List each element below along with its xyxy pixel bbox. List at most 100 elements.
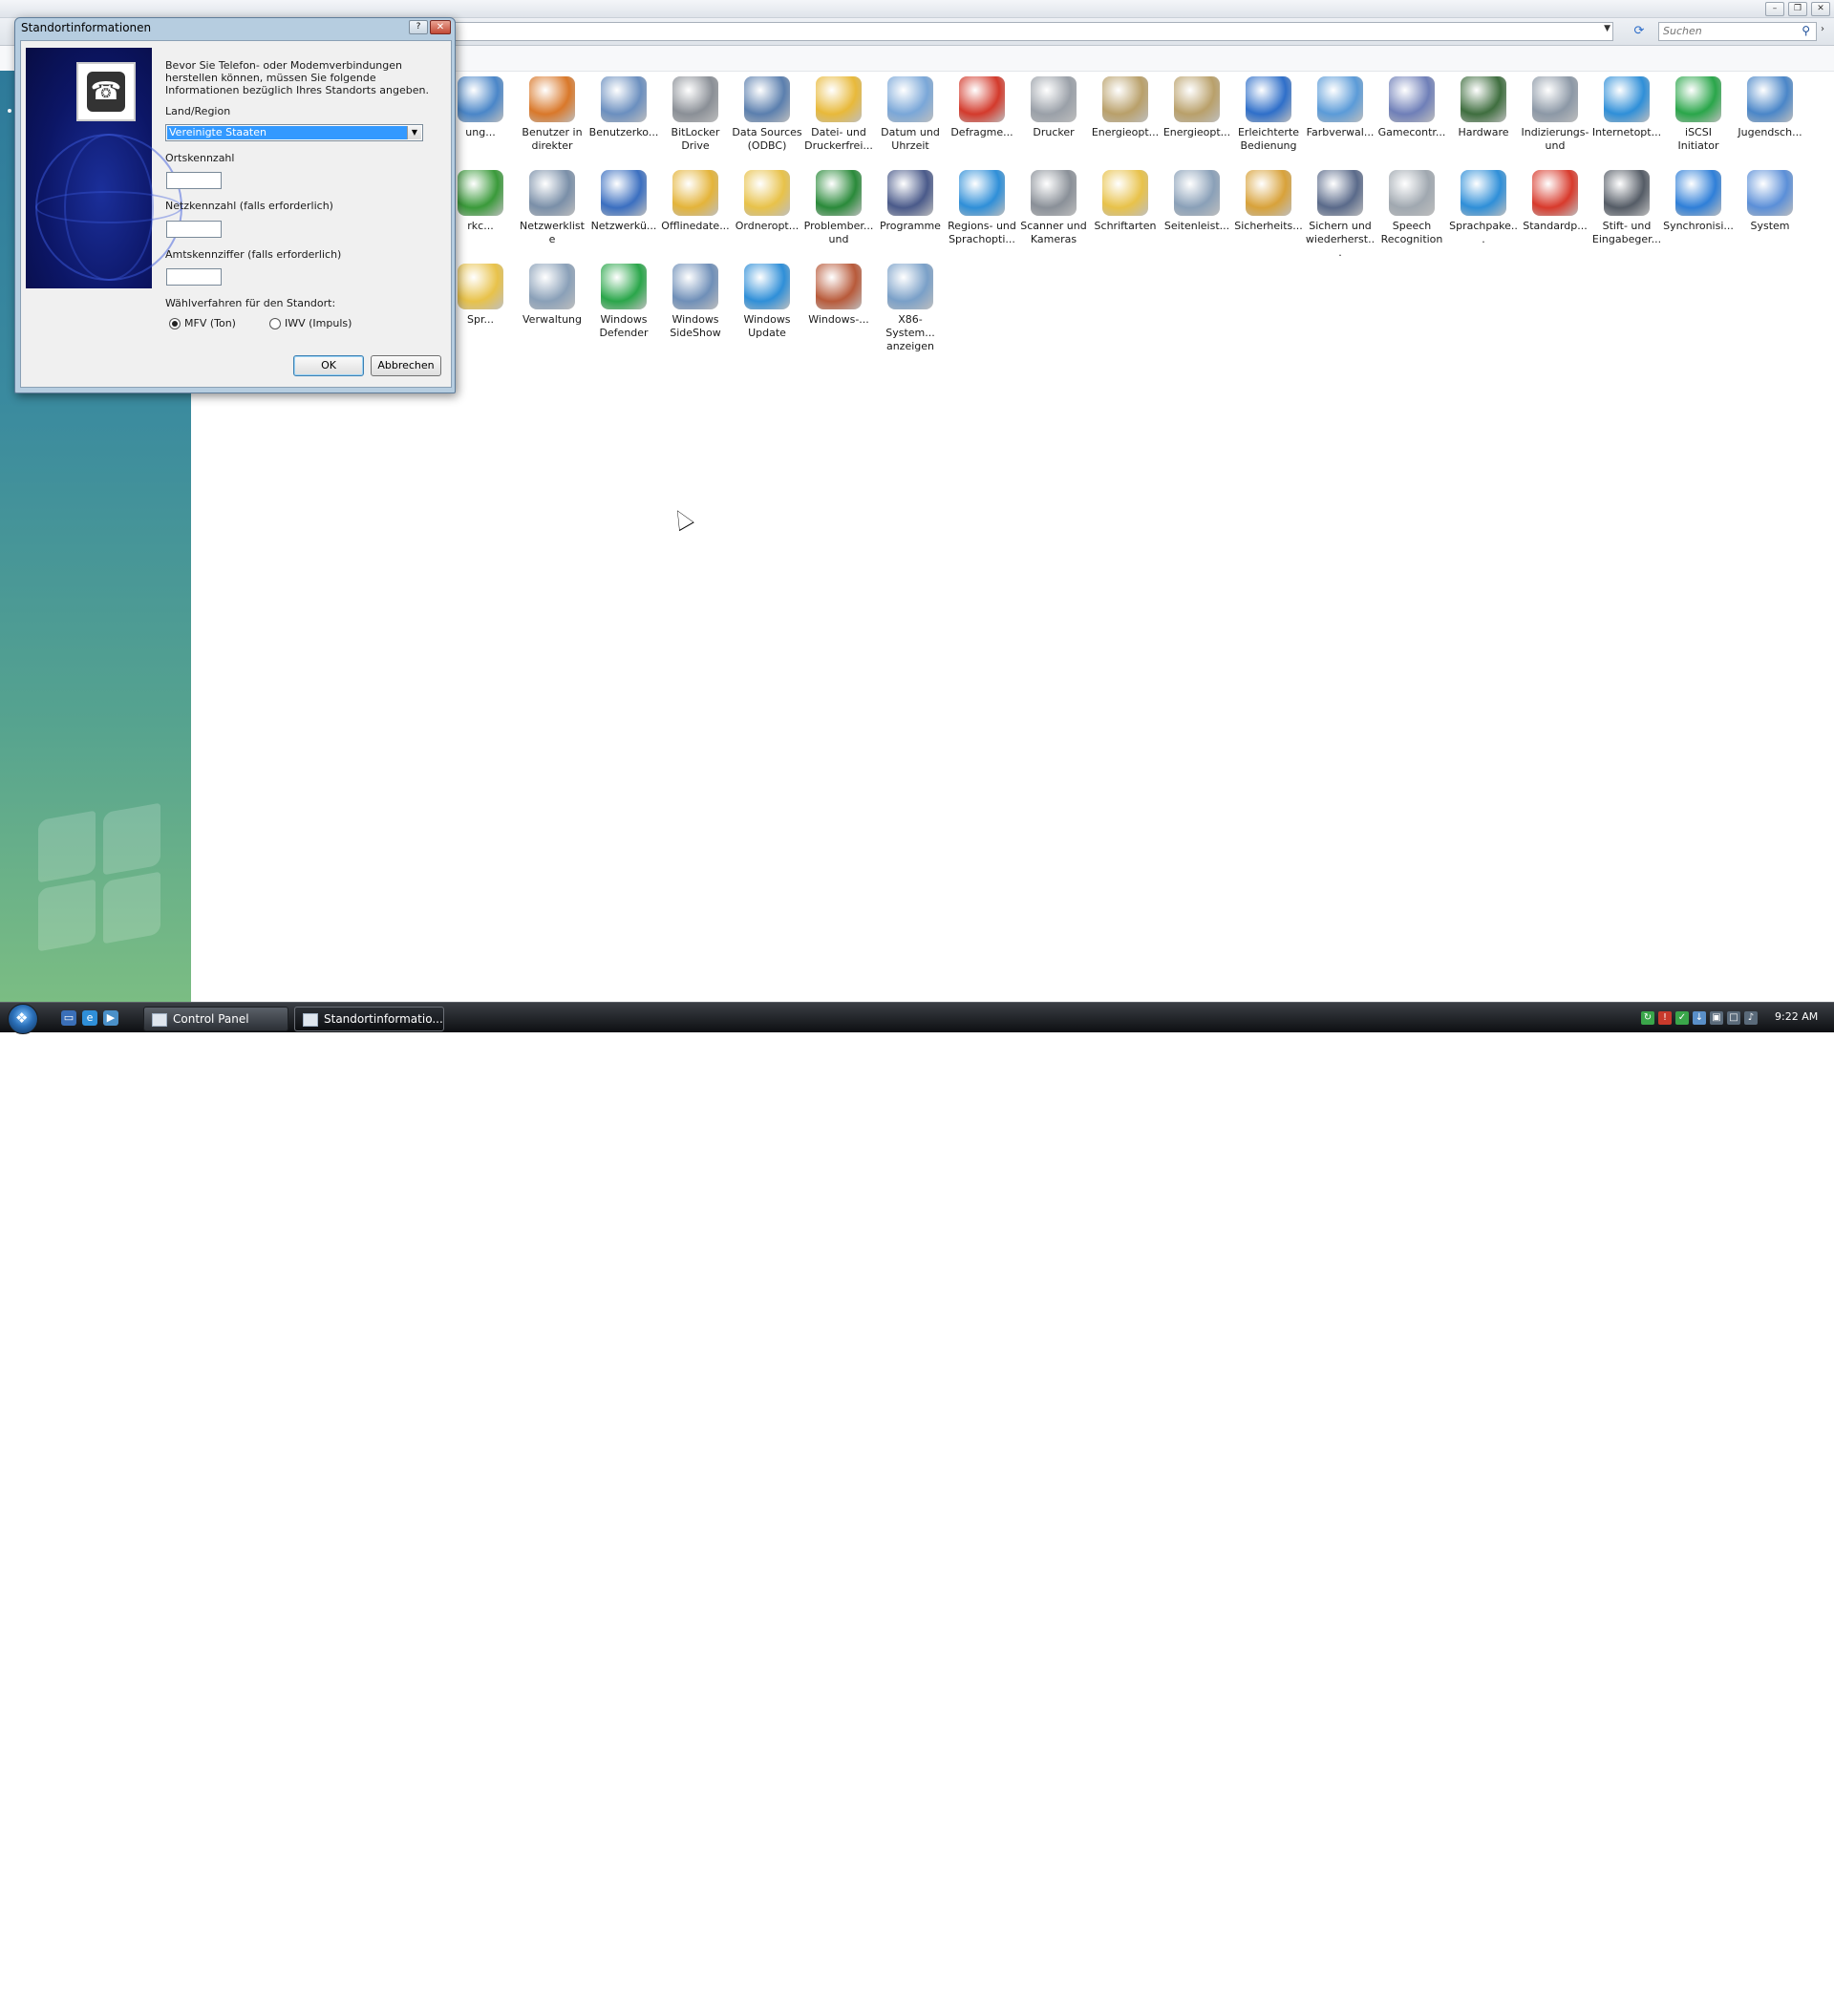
cp-item[interactable]: BitLocker Drive bbox=[660, 76, 731, 153]
cp-item[interactable]: Datei- und Druckerfrei... bbox=[803, 76, 874, 153]
start-button[interactable]: ❖ bbox=[8, 1004, 38, 1034]
cp-item[interactable]: Offlinedate... bbox=[660, 170, 731, 233]
help-icon[interactable]: ? bbox=[409, 20, 428, 34]
cp-item[interactable]: Defragme... bbox=[947, 76, 1017, 139]
defender-icon[interactable]: ✓ bbox=[1675, 1011, 1689, 1025]
cp-item[interactable]: Benutzer in direkter bbox=[517, 76, 587, 153]
cp-item[interactable]: Netzwerkü... bbox=[588, 170, 659, 233]
cp-item[interactable]: Hardware bbox=[1448, 76, 1519, 139]
fonts-icon bbox=[1102, 170, 1148, 216]
cp-item[interactable]: Erleichterte Bedienung bbox=[1233, 76, 1304, 153]
close-icon[interactable]: ✕ bbox=[430, 20, 451, 34]
outside-line-field[interactable] bbox=[166, 268, 222, 286]
cp-item[interactable]: Speech Recognition bbox=[1376, 170, 1447, 246]
cp-item[interactable]: Windows Defender bbox=[588, 264, 659, 340]
cp-item[interactable]: Gamecontr... bbox=[1376, 76, 1447, 139]
security-shield-icon[interactable]: ! bbox=[1658, 1011, 1672, 1025]
phone-icon-frame: ☎ bbox=[76, 62, 136, 121]
cp-item[interactable]: Data Sources (ODBC) bbox=[732, 76, 802, 153]
date-time-icon bbox=[887, 76, 933, 122]
cp-item[interactable]: Netzwerkliste bbox=[517, 170, 587, 246]
chevron-right-icon[interactable]: › bbox=[1821, 24, 1824, 34]
cp-item-label: Data Sources (ODBC) bbox=[732, 126, 802, 152]
cp-item[interactable]: iSCSI Initiator bbox=[1663, 76, 1734, 153]
cp-item-label: Windows Update bbox=[743, 313, 791, 339]
cp-item[interactable]: Stift- und Eingabeger... bbox=[1591, 170, 1662, 246]
minimize-icon[interactable]: – bbox=[1765, 2, 1784, 16]
volume-icon[interactable]: ♪ bbox=[1744, 1011, 1758, 1025]
internet-explorer-icon[interactable]: e bbox=[82, 1010, 97, 1026]
cp-item[interactable]: Drucker bbox=[1018, 76, 1089, 139]
cp-item[interactable]: Indizierungs- und bbox=[1520, 76, 1590, 153]
cp-item[interactable]: Seitenleist... bbox=[1162, 170, 1232, 233]
country-select[interactable]: Vereinigte Staaten ▼ bbox=[165, 124, 423, 141]
cp-item[interactable]: Windows SideShow bbox=[660, 264, 731, 340]
restore-icon[interactable]: ❐ bbox=[1788, 2, 1807, 16]
cp-item-label: Windows-... bbox=[808, 313, 869, 326]
search-input[interactable] bbox=[1659, 23, 1791, 38]
dialog-banner-image: ☎ bbox=[26, 48, 182, 288]
sidebar-bullet-icon bbox=[8, 109, 11, 113]
cp-item[interactable]: rkc... bbox=[445, 170, 516, 233]
cp-item[interactable]: Internetopt... bbox=[1591, 76, 1662, 139]
cp-item[interactable]: X86-System... anzeigen bbox=[875, 264, 946, 353]
cp-item[interactable]: Sprachpake... bbox=[1448, 170, 1519, 246]
area-code-field[interactable] bbox=[166, 172, 222, 189]
search-box[interactable]: ⚲ bbox=[1658, 22, 1817, 41]
refresh-icon[interactable]: ⟳ bbox=[1630, 22, 1649, 41]
cp-item[interactable]: Synchronisi... bbox=[1663, 170, 1734, 233]
taskbar: ❖ ▭ e ▶ Control Panel Standortinformatio… bbox=[0, 1002, 1834, 2016]
show-desktop-icon[interactable]: ▭ bbox=[61, 1010, 76, 1026]
cp-item[interactable]: Farbverwal... bbox=[1305, 76, 1376, 139]
taskbar-button-control-panel[interactable]: Control Panel bbox=[143, 1007, 288, 1031]
cp-item[interactable]: Energieopt... bbox=[1090, 76, 1161, 139]
cp-item[interactable]: Regions- und Sprachopti... bbox=[947, 170, 1017, 246]
tone-label: MFV (Ton) bbox=[184, 317, 236, 329]
cp-item[interactable]: ung... bbox=[445, 76, 516, 139]
cp-item[interactable]: Verwaltung bbox=[517, 264, 587, 327]
cp-item[interactable]: Programme bbox=[875, 170, 946, 233]
bitlocker-icon bbox=[672, 76, 718, 122]
search-icon[interactable]: ⚲ bbox=[1802, 24, 1810, 37]
update-icon[interactable]: ↓ bbox=[1693, 1011, 1706, 1025]
cp-item[interactable]: Windows-... bbox=[803, 264, 874, 327]
address-field[interactable]: ▼ bbox=[454, 22, 1613, 41]
control-panel-titlebar: – ❐ ✕ bbox=[0, 0, 1834, 18]
cp-item[interactable]: Spr... bbox=[445, 264, 516, 327]
cp-item[interactable]: Standardp... bbox=[1520, 170, 1590, 233]
cp-item[interactable]: Benutzerko... bbox=[588, 76, 659, 139]
cp-item[interactable]: System bbox=[1735, 170, 1805, 233]
cp-item[interactable]: Ordneropt... bbox=[732, 170, 802, 233]
cp-item[interactable]: Jugendsch... bbox=[1735, 76, 1805, 139]
regional-options-icon bbox=[959, 170, 1005, 216]
cp-item-label: Energieopt... bbox=[1162, 126, 1231, 138]
close-icon[interactable]: ✕ bbox=[1811, 2, 1830, 16]
cp-item-label: X86-System... anzeigen bbox=[885, 313, 935, 352]
cp-item[interactable]: Scanner und Kameras bbox=[1018, 170, 1089, 246]
cancel-button[interactable]: Abbrechen bbox=[371, 355, 441, 376]
cp-item[interactable]: Windows Update bbox=[732, 264, 802, 340]
pulse-radio[interactable] bbox=[269, 318, 281, 329]
game-controller-icon bbox=[1389, 76, 1435, 122]
taskbar-button-location-dialog[interactable]: Standortinformatio... bbox=[294, 1007, 444, 1031]
cp-item[interactable]: Schriftarten bbox=[1090, 170, 1161, 233]
ok-button[interactable]: OK bbox=[293, 355, 364, 376]
network-sync-icon[interactable]: ↻ bbox=[1641, 1011, 1654, 1025]
tone-radio[interactable] bbox=[169, 318, 181, 329]
cp-item[interactable]: Sicherheits... bbox=[1233, 170, 1304, 233]
cp-item[interactable]: Sichern und wiederherst... bbox=[1305, 170, 1376, 260]
chevron-down-icon[interactable]: ▼ bbox=[1604, 24, 1610, 33]
clock[interactable]: 9:22 AM bbox=[1775, 1010, 1818, 1023]
telephone-icon: ☎ bbox=[87, 72, 125, 112]
cp-item[interactable]: Energieopt... bbox=[1162, 76, 1232, 139]
chevron-down-icon[interactable]: ▼ bbox=[407, 126, 421, 139]
cp-item-label: Spr... bbox=[467, 313, 494, 326]
windows-logo-watermark-icon bbox=[38, 802, 172, 968]
cp-item[interactable]: Problember... und bbox=[803, 170, 874, 246]
cp-item-label: Benutzerko... bbox=[588, 126, 659, 138]
switch-windows-icon[interactable]: ▶ bbox=[103, 1010, 118, 1026]
monitor-icon[interactable]: □ bbox=[1727, 1011, 1740, 1025]
cp-item[interactable]: Datum und Uhrzeit bbox=[875, 76, 946, 153]
network-icon[interactable]: ▣ bbox=[1710, 1011, 1723, 1025]
carrier-code-field[interactable] bbox=[166, 221, 222, 238]
